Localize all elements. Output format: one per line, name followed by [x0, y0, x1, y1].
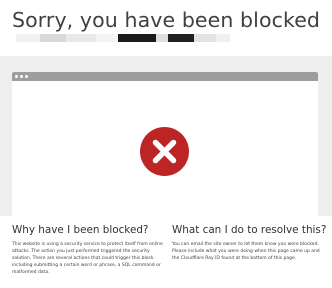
window-dot-icon — [15, 75, 18, 78]
blocked-x-icon — [140, 127, 189, 176]
resolve-text: You can email the site owner to let them… — [172, 242, 320, 261]
redacted-segment — [16, 34, 40, 42]
redacted-segment — [156, 34, 168, 42]
browser-title-bar — [12, 72, 318, 81]
redacted-segment — [40, 34, 66, 42]
redacted-subtitle — [16, 34, 230, 42]
resolve-heading: What can I do to resolve this? — [172, 224, 327, 236]
redacted-segment — [168, 34, 194, 42]
why-blocked-text: This website is using a security service… — [12, 242, 163, 275]
window-dot-icon — [25, 75, 28, 78]
browser-window-illustration — [12, 72, 318, 216]
redacted-segment — [216, 34, 230, 42]
window-dot-icon — [20, 75, 23, 78]
redacted-segment — [194, 34, 216, 42]
resolve-section: What can I do to resolve this? You can e… — [172, 224, 326, 262]
why-blocked-heading: Why have I been blocked? — [12, 224, 149, 236]
redacted-segment — [96, 34, 118, 42]
redacted-segment — [118, 34, 156, 42]
why-blocked-section: Why have I been blocked? This website is… — [12, 224, 166, 276]
redacted-segment — [66, 34, 96, 42]
blocked-page: Sorry, you have been blocked Why have I … — [0, 0, 332, 288]
page-title: Sorry, you have been blocked — [12, 8, 321, 32]
